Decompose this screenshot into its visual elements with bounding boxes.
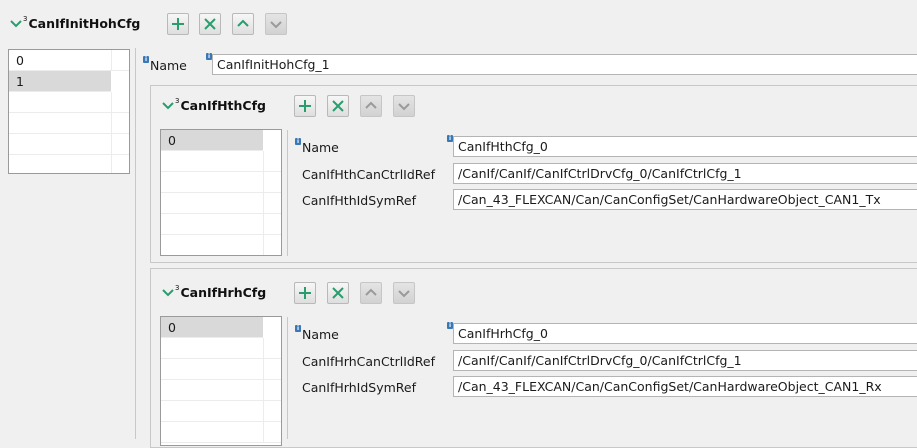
arrow-up-icon	[365, 288, 377, 296]
plus-icon	[299, 100, 311, 112]
name-field[interactable]: CanIfHrhCfg_0	[453, 323, 917, 344]
name-field[interactable]: CanIfInitHohCfg_1	[212, 54, 917, 75]
remove-button[interactable]	[327, 282, 349, 304]
list-item-label: 0	[16, 53, 24, 68]
list-item-label: 1	[16, 74, 24, 89]
section-title: 3CanIfHrhCfg	[175, 284, 267, 300]
ctrl-ref-field[interactable]: /CanIf/CanIf/CanIfCtrlDrvCfg_0/CanIfCtrl…	[453, 350, 917, 371]
ctrl-ref-field[interactable]: /CanIf/CanIf/CanIfCtrlDrvCfg_0/CanIfCtrl…	[453, 163, 917, 184]
name-label: Name	[150, 58, 187, 73]
chevron-down-icon[interactable]	[162, 101, 174, 111]
add-button[interactable]	[294, 282, 316, 304]
ctrl-ref-label: CanIfHrhCanCtrlIdRef	[302, 354, 436, 369]
move-down-button[interactable]	[393, 282, 415, 304]
sym-ref-field[interactable]: /Can_43_FLEXCAN/Can/CanConfigSet/CanHard…	[453, 189, 917, 210]
list-item-empty	[161, 422, 281, 443]
divider	[287, 317, 288, 439]
chevron-down-icon[interactable]	[10, 19, 22, 29]
arrow-up-icon	[237, 19, 249, 27]
list-item[interactable]: 0	[9, 50, 129, 71]
sym-ref-label: CanIfHrhIdSymRef	[302, 380, 416, 395]
move-up-button[interactable]	[232, 13, 254, 35]
info-icon: i	[143, 56, 149, 63]
list-item-empty	[9, 134, 129, 155]
remove-button[interactable]	[327, 95, 349, 117]
list-item-empty	[161, 359, 281, 380]
move-up-button[interactable]	[360, 282, 382, 304]
plus-icon	[299, 287, 311, 299]
arrow-down-icon	[398, 103, 410, 111]
move-up-button[interactable]	[360, 95, 382, 117]
arrow-down-icon	[398, 290, 410, 298]
chevron-down-icon[interactable]	[162, 288, 174, 298]
list-item-empty	[9, 155, 129, 173]
move-down-button[interactable]	[393, 95, 415, 117]
list-item-selected[interactable]: 0	[161, 130, 263, 151]
hth-index-list[interactable]: 0	[160, 129, 282, 256]
section-title: 3CanIfInitHohCfg	[23, 15, 141, 31]
plus-icon	[172, 18, 184, 30]
list-item-empty	[161, 401, 281, 422]
x-icon	[332, 287, 344, 299]
list-item-empty	[161, 338, 281, 359]
remove-button[interactable]	[199, 13, 221, 35]
list-item-selected[interactable]: 1	[9, 71, 111, 92]
list-item-label: 0	[168, 133, 176, 148]
sym-ref-field[interactable]: /Can_43_FLEXCAN/Can/CanConfigSet/CanHard…	[453, 376, 917, 397]
list-item-empty	[161, 151, 281, 172]
name-field[interactable]: CanIfHthCfg_0	[453, 136, 917, 157]
list-item-empty	[161, 380, 281, 401]
hrh-index-list[interactable]: 0	[160, 316, 282, 446]
list-item-label: 0	[168, 320, 176, 335]
move-down-button[interactable]	[265, 13, 287, 35]
add-button[interactable]	[167, 13, 189, 35]
info-icon: i	[295, 138, 301, 145]
section-title: 3CanIfHthCfg	[175, 97, 266, 113]
x-icon	[332, 100, 344, 112]
divider	[135, 48, 136, 439]
root-index-list[interactable]: 0 1	[8, 49, 130, 174]
list-item-selected[interactable]: 0	[161, 317, 263, 338]
ctrl-ref-label: CanIfHthCanCtrlIdRef	[302, 167, 436, 182]
arrow-down-icon	[270, 21, 282, 29]
arrow-up-icon	[365, 101, 377, 109]
name-label: Name	[302, 140, 339, 155]
name-label: Name	[302, 327, 339, 342]
info-icon: i	[295, 325, 301, 332]
sym-ref-label: CanIfHthIdSymRef	[302, 193, 416, 208]
column-divider	[111, 50, 112, 70]
list-item-empty	[161, 235, 281, 255]
divider	[287, 130, 288, 256]
x-icon	[204, 18, 216, 30]
list-item-empty	[9, 113, 129, 134]
add-button[interactable]	[294, 95, 316, 117]
list-item-empty	[161, 193, 281, 214]
list-item-empty	[161, 214, 281, 235]
list-item-empty	[161, 172, 281, 193]
list-item-empty	[9, 92, 129, 113]
